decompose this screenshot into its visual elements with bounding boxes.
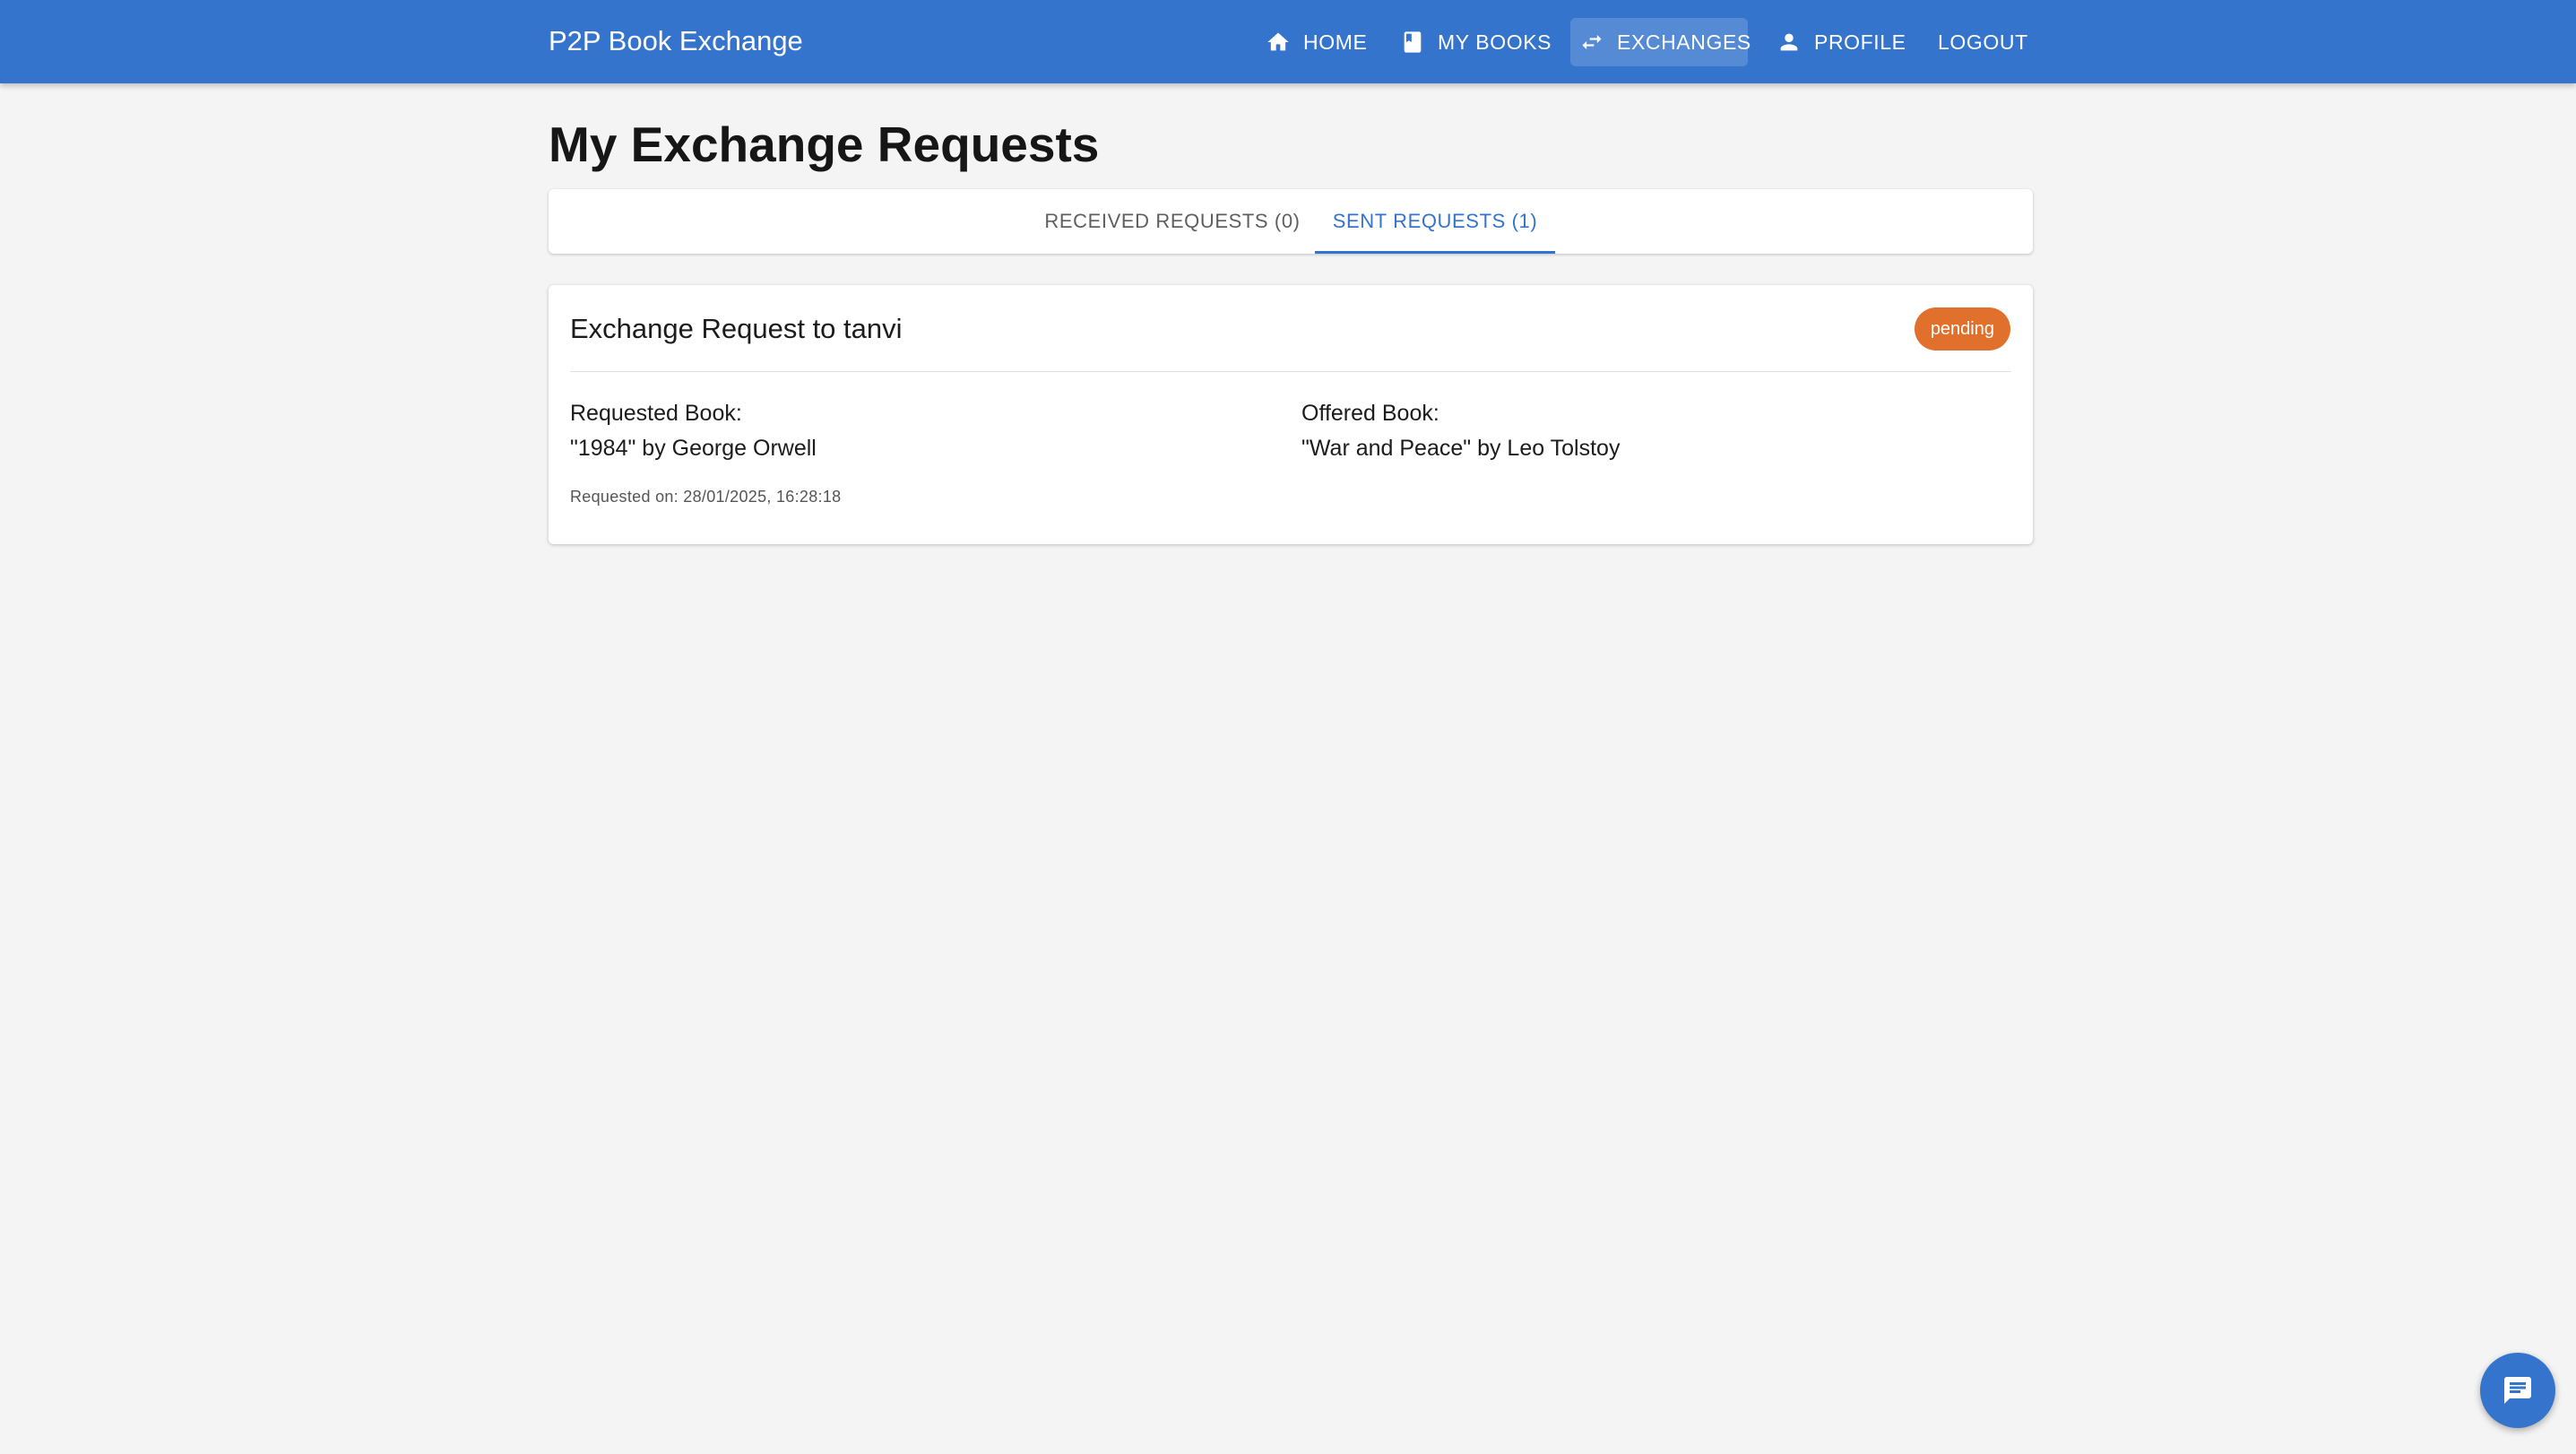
nav-profile-label: PROFILE — [1814, 30, 1906, 54]
requested-book-value: "1984" by George Orwell — [570, 436, 817, 461]
tab-sent-requests[interactable]: SENT REQUESTS (1) — [1315, 189, 1555, 254]
nav-profile-button[interactable]: PROFILE — [1766, 18, 1906, 66]
nav-logout-button[interactable]: LOGOUT — [1927, 18, 2031, 66]
app-brand[interactable]: P2P Book Exchange — [549, 24, 803, 58]
app-bar: P2P Book Exchange HOME MY BOOKS EXCHANGE… — [0, 0, 2576, 83]
home-icon — [1267, 32, 1289, 51]
nav-exchanges-label: EXCHANGES — [1617, 30, 1751, 54]
offered-book-value: "War and Peace" by Leo Tolstoy — [1301, 436, 1621, 461]
offered-book-label: Offered Book: — [1301, 401, 1439, 426]
exchange-request-card: Exchange Request to tanvi pending Reques… — [549, 285, 2033, 544]
nav-my-books-button[interactable]: MY BOOKS — [1387, 18, 1551, 66]
request-title: Exchange Request to tanvi — [570, 313, 903, 344]
nav-logout-label: LOGOUT — [1938, 30, 2028, 54]
page-title: My Exchange Requests — [549, 117, 1100, 172]
card-divider — [570, 371, 2011, 372]
nav-home-button[interactable]: HOME — [1255, 18, 1371, 66]
person-icon — [1780, 33, 1798, 51]
requested-book-label: Requested Book: — [570, 401, 742, 426]
book-icon — [1404, 31, 1422, 53]
chat-icon — [2504, 1377, 2531, 1404]
swap-icon — [1582, 34, 1602, 50]
tab-received-requests[interactable]: RECEIVED REQUESTS (0) — [1038, 189, 1307, 254]
chat-button[interactable] — [2480, 1353, 2555, 1428]
request-timestamp: Requested on: 28/01/2025, 16:28:18 — [570, 488, 842, 506]
request-tabs: RECEIVED REQUESTS (0) SENT REQUESTS (1) — [549, 189, 2033, 254]
nav-home-label: HOME — [1303, 30, 1368, 54]
status-badge: pending — [1914, 307, 2010, 351]
nav-exchanges-button[interactable]: EXCHANGES — [1570, 18, 1751, 66]
nav-my-books-label: MY BOOKS — [1438, 30, 1552, 54]
